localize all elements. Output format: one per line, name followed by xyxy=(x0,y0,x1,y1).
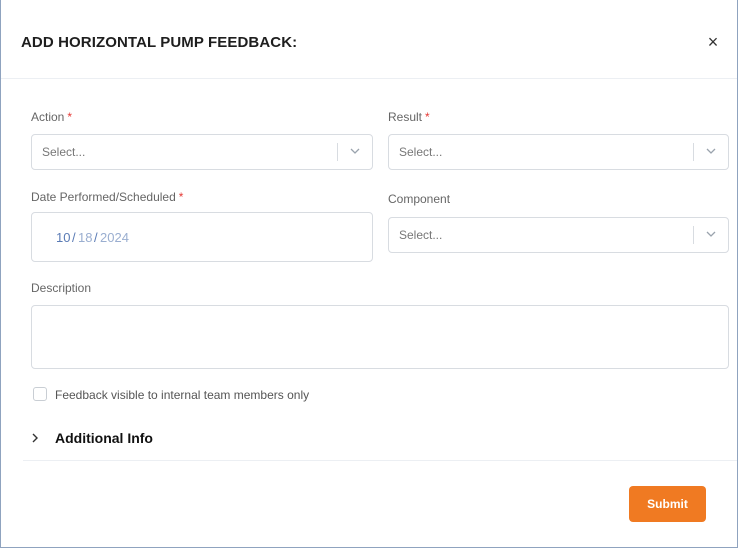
date-month: 10 xyxy=(56,230,71,245)
internal-only-checkbox[interactable] xyxy=(33,387,47,401)
date-input[interactable]: 10 / 18 / 2024 xyxy=(31,212,373,262)
chevron-down-icon xyxy=(706,231,716,237)
select-separator xyxy=(337,143,338,161)
submit-button[interactable]: Submit xyxy=(629,486,706,522)
action-label: Action * xyxy=(31,110,72,124)
close-button[interactable]: × xyxy=(703,32,723,52)
date-label-text: Date Performed/Scheduled xyxy=(31,190,176,204)
required-marker: * xyxy=(425,110,430,124)
modal-header: ADD HORIZONTAL PUMP FEEDBACK: × xyxy=(1,0,737,79)
action-select[interactable]: Select... xyxy=(31,134,373,170)
date-separator: / xyxy=(94,230,98,245)
description-label: Description xyxy=(31,281,92,295)
chevron-down-icon xyxy=(350,148,360,154)
result-select[interactable]: Select... xyxy=(388,134,729,170)
result-label-text: Result xyxy=(388,110,423,124)
select-separator xyxy=(693,143,694,161)
close-icon: × xyxy=(707,32,719,52)
chevron-down-icon xyxy=(706,148,716,154)
result-select-placeholder: Select... xyxy=(399,145,443,159)
required-marker: * xyxy=(178,190,184,204)
action-label-text: Action xyxy=(31,110,65,124)
add-feedback-modal: ADD HORIZONTAL PUMP FEEDBACK: × Action * … xyxy=(0,0,738,548)
date-separator: / xyxy=(72,230,76,245)
component-select[interactable]: Select... xyxy=(388,217,729,253)
component-select-placeholder: Select... xyxy=(399,228,443,242)
date-label: Date Performed/Scheduled * xyxy=(31,190,183,204)
result-label: Result * xyxy=(388,110,430,124)
description-textarea[interactable] xyxy=(31,305,729,369)
section-divider xyxy=(23,460,737,461)
date-day: 18 xyxy=(78,230,93,245)
additional-info-label: Additional Info xyxy=(55,430,153,446)
component-label: Component xyxy=(388,192,451,206)
modal-title: ADD HORIZONTAL PUMP FEEDBACK: xyxy=(21,34,298,51)
required-marker: * xyxy=(67,110,73,124)
chevron-right-icon xyxy=(32,433,38,443)
select-separator xyxy=(693,226,694,244)
action-select-placeholder: Select... xyxy=(42,145,86,159)
date-year: 2024 xyxy=(100,230,129,245)
internal-only-label[interactable]: Feedback visible to internal team member… xyxy=(55,388,309,402)
